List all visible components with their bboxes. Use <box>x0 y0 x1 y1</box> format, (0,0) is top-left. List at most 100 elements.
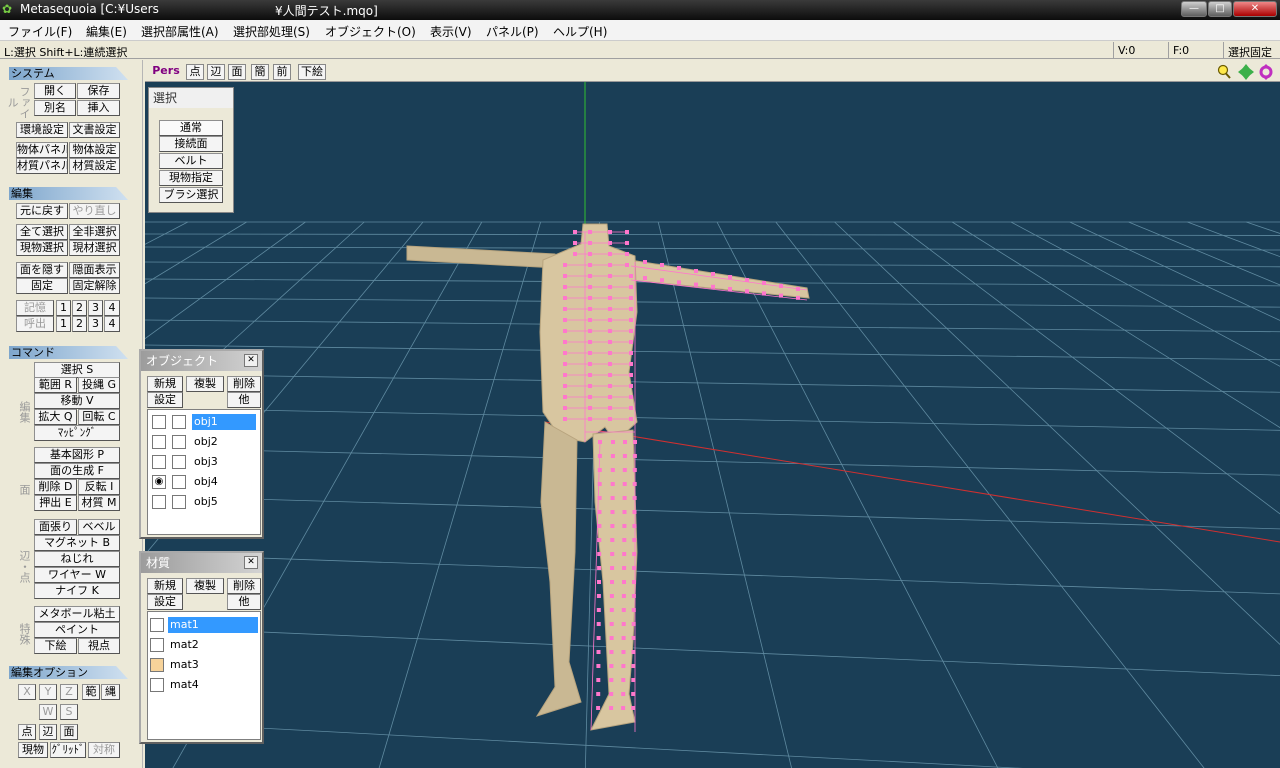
underlay-tool-button[interactable]: 下絵 <box>34 638 77 654</box>
current-material-select-button[interactable]: 現材選択 <box>69 240 120 256</box>
select-normal-button[interactable]: 通常 <box>159 120 223 136</box>
show-edges-toggle[interactable]: 辺 <box>207 64 225 80</box>
open-button[interactable]: 開く <box>34 83 76 99</box>
model-canvas[interactable] <box>145 82 1280 768</box>
visibility-toggle[interactable] <box>152 435 166 449</box>
perspective-toggle[interactable]: Pers <box>150 64 182 80</box>
option-range-button[interactable]: 範 <box>82 684 100 700</box>
menu-panel[interactable]: パネル(P) <box>486 23 539 40</box>
object-name[interactable]: obj3 <box>192 454 256 470</box>
knife-tool-button[interactable]: ナイフ K <box>34 583 120 599</box>
close-button[interactable]: ✕ <box>1233 1 1277 17</box>
primitive-tool-button[interactable]: 基本図形 P <box>34 447 120 463</box>
visibility-toggle[interactable] <box>152 495 166 509</box>
menu-selection-attr[interactable]: 選択部属性(A) <box>141 23 219 40</box>
save-as-button[interactable]: 別名 <box>34 100 76 116</box>
magnet-tool-button[interactable]: マグネット B <box>34 535 120 551</box>
lasso-tool-button[interactable]: 投縄 G <box>78 377 120 393</box>
object-row[interactable]: obj3 <box>148 452 260 472</box>
option-x-button[interactable]: X <box>18 684 36 700</box>
recall-4-button[interactable]: 4 <box>104 316 120 332</box>
bevel-button[interactable]: ベベル <box>78 519 120 535</box>
option-symmetry-button[interactable]: 対称 <box>88 742 120 758</box>
lock-button[interactable]: 固定 <box>16 278 68 294</box>
generate-face-button[interactable]: 面の生成 F <box>34 463 120 479</box>
material-new-button[interactable]: 新規 <box>147 578 183 594</box>
delete-tool-button[interactable]: 削除 D <box>34 479 77 495</box>
memory-4-button[interactable]: 4 <box>104 300 120 316</box>
option-point-button[interactable]: 点 <box>18 724 36 740</box>
material-row[interactable]: mat2 <box>148 635 260 655</box>
lock-toggle[interactable] <box>172 475 186 489</box>
save-button[interactable]: 保存 <box>77 83 120 99</box>
menu-edit[interactable]: 編集(E) <box>86 23 127 40</box>
twist-tool-button[interactable]: ねじれ <box>34 551 120 567</box>
front-view-toggle[interactable]: 前 <box>273 64 291 80</box>
extrude-tool-button[interactable]: 押出 E <box>34 495 77 511</box>
deselect-all-button[interactable]: 全非選択 <box>69 224 120 240</box>
option-grid-button[interactable]: ｸﾞﾘｯﾄﾞ <box>50 742 86 758</box>
object-settings-button[interactable]: 設定 <box>147 392 183 408</box>
menu-selection-process[interactable]: 選択部処理(S) <box>233 23 310 40</box>
select-connected-button[interactable]: 接続面 <box>159 136 223 152</box>
material-settings-button[interactable]: 材質設定 <box>69 158 120 174</box>
show-faces-toggle[interactable]: 面 <box>228 64 246 80</box>
recall-3-button[interactable]: 3 <box>88 316 103 332</box>
scale-tool-button[interactable]: 拡大 Q <box>34 409 77 425</box>
material-tool-button[interactable]: 材質 M <box>78 495 120 511</box>
select-current-object-button[interactable]: 現物指定 <box>159 170 223 186</box>
move-tool-button[interactable]: 移動 V <box>34 393 120 409</box>
material-delete-button[interactable]: 削除 <box>227 578 261 594</box>
select-belt-button[interactable]: ベルト <box>159 153 223 169</box>
object-name[interactable]: obj5 <box>192 494 256 510</box>
object-new-button[interactable]: 新規 <box>147 376 183 392</box>
object-name[interactable]: obj4 <box>192 474 256 490</box>
material-panel-close-button[interactable]: ✕ <box>244 556 258 569</box>
unlock-button[interactable]: 固定解除 <box>69 278 120 294</box>
material-row[interactable]: mat1 <box>148 615 260 635</box>
undo-button[interactable]: 元に戻す <box>16 203 68 219</box>
object-copy-button[interactable]: 複製 <box>186 376 224 392</box>
option-face-button[interactable]: 面 <box>60 724 78 740</box>
object-panel-button[interactable]: 物体パネル <box>16 142 68 158</box>
viewpoint-tool-button[interactable]: 視点 <box>78 638 120 654</box>
doc-settings-button[interactable]: 文書設定 <box>69 122 120 138</box>
material-settings-button[interactable]: 設定 <box>147 594 183 610</box>
object-row[interactable]: obj1 <box>148 412 260 432</box>
status-select-lock[interactable]: 選択固定 <box>1228 44 1272 60</box>
maximize-button[interactable]: □ <box>1208 1 1232 17</box>
face-paste-button[interactable]: 面張り <box>34 519 77 535</box>
wire-tool-button[interactable]: ワイヤー W <box>34 567 120 583</box>
show-hidden-button[interactable]: 隠面表示 <box>69 262 120 278</box>
insert-button[interactable]: 挿入 <box>77 100 120 116</box>
visibility-toggle[interactable] <box>152 415 166 429</box>
3d-viewport[interactable]: Pers 点 辺 面 簡 前 下絵 選択 通常 接続面 ベルト 現物指定 ブラシ… <box>145 61 1280 768</box>
object-row[interactable]: ◉ obj4 <box>148 472 260 492</box>
select-tool-button[interactable]: 選択 S <box>34 362 120 378</box>
material-panel-button[interactable]: 材質パネル <box>16 158 68 174</box>
option-z-button[interactable]: Z <box>60 684 78 700</box>
object-name[interactable]: obj2 <box>192 434 256 450</box>
menu-help[interactable]: ヘルプ(H) <box>553 23 607 40</box>
metaball-tool-button[interactable]: メタボール粘土 <box>34 606 120 622</box>
minimize-button[interactable]: — <box>1181 1 1207 17</box>
material-name[interactable]: mat1 <box>168 617 258 633</box>
material-other-button[interactable]: 他 <box>227 594 261 610</box>
select-brush-button[interactable]: ブラシ選択 <box>159 187 223 203</box>
menu-view[interactable]: 表示(V) <box>430 23 472 40</box>
underlay-toggle[interactable]: 下絵 <box>298 64 326 80</box>
material-name[interactable]: mat2 <box>168 637 258 653</box>
material-name[interactable]: mat3 <box>168 657 258 673</box>
option-y-button[interactable]: Y <box>39 684 57 700</box>
paint-tool-button[interactable]: ペイント <box>34 622 120 638</box>
material-name[interactable]: mat4 <box>168 677 258 693</box>
eye-icon[interactable]: ◉ <box>152 475 166 489</box>
rotate-arrows-icon[interactable] <box>1259 64 1273 80</box>
simple-view-toggle[interactable]: 簡 <box>251 64 269 80</box>
magnifier-icon[interactable] <box>1217 64 1231 79</box>
lock-toggle[interactable] <box>172 415 186 429</box>
lock-toggle[interactable] <box>172 435 186 449</box>
current-object-select-button[interactable]: 現物選択 <box>16 240 68 256</box>
range-tool-button[interactable]: 範囲 R <box>34 377 77 393</box>
rotate-tool-button[interactable]: 回転 C <box>78 409 120 425</box>
